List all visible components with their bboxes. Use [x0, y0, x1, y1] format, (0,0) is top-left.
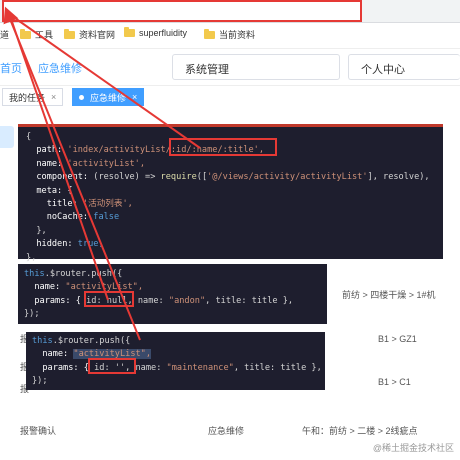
- id-null-highlight-box: [84, 291, 134, 307]
- tab-emergency-repair[interactable]: 应急维修 ×: [72, 88, 145, 106]
- table-cell: 应急维修: [208, 426, 245, 436]
- table-cell: B1 > GZ1: [378, 334, 417, 344]
- param-highlight-box: [169, 138, 277, 156]
- table-cell: 报警确认: [20, 426, 57, 436]
- push-empty-code: this.$router.push({ name: "activityList"…: [26, 332, 325, 390]
- active-dot-icon: [79, 94, 84, 100]
- tab-my-tasks[interactable]: 我的任务 ×: [2, 88, 64, 106]
- table-cell: 午和：前纺 > 二楼 > 2线疵点: [302, 426, 418, 436]
- folder-icon: [124, 27, 135, 37]
- bookmark-item[interactable]: superfluidity: [124, 27, 187, 38]
- bookmark-item[interactable]: 工具: [20, 28, 53, 41]
- watermark: @稀土掘金技术社区: [372, 443, 454, 453]
- bookmarks-bar: 道 工具 资料官网 superfluidity 当前资料: [0, 24, 460, 44]
- table-cell: 前纺 > 四楼干燥 > 1#机: [342, 290, 436, 300]
- push-null-code: this.$router.push({ name: "activityList"…: [18, 264, 327, 324]
- bookmark-item[interactable]: 资料官网: [64, 28, 115, 41]
- breadcrumb-current[interactable]: 应急维修: [38, 60, 82, 76]
- breadcrumb-home[interactable]: 首页: [0, 60, 22, 76]
- close-icon[interactable]: ×: [51, 92, 56, 102]
- folder-icon: [20, 28, 31, 39]
- personal-select[interactable]: 个人中心: [348, 54, 460, 80]
- folder-icon: [64, 28, 75, 39]
- bookmark-item[interactable]: 当前资料: [204, 28, 255, 41]
- id-empty-highlight-box: [88, 358, 136, 374]
- folder-icon: [204, 28, 215, 39]
- selected-row-indicator: [0, 126, 14, 148]
- system-select[interactable]: 系统管理 ⌄: [172, 54, 340, 80]
- table-cell: B1 > C1: [378, 377, 411, 387]
- chevron-down-icon: ⌄: [185, 60, 194, 71]
- bookmark-item[interactable]: 道: [0, 28, 9, 41]
- close-icon[interactable]: ×: [132, 92, 137, 102]
- address-input-highlight[interactable]: [2, 0, 362, 22]
